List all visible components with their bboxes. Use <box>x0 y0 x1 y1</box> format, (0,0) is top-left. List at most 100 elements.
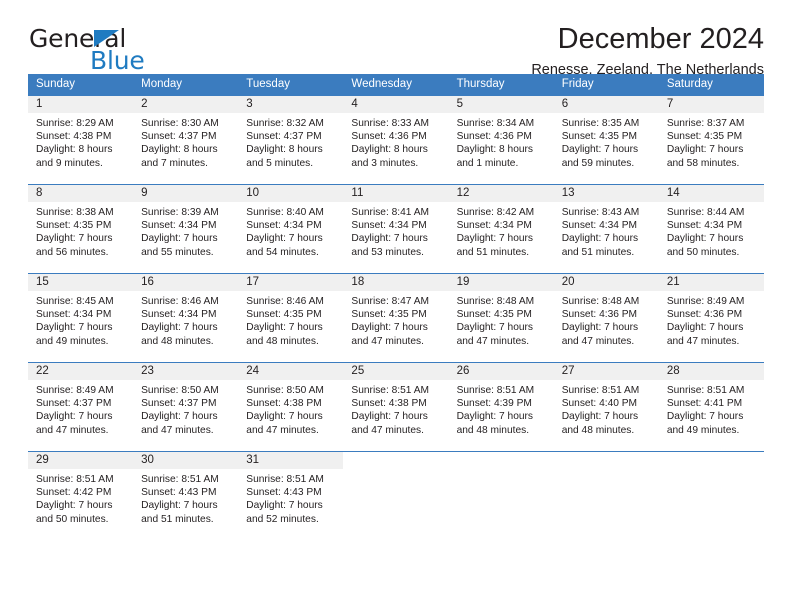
sunset-text: Sunset: 4:34 PM <box>141 220 217 232</box>
sunrise-text: Sunrise: 8:51 AM <box>456 385 535 396</box>
daylight-text-line2: and 48 minutes. <box>141 335 214 347</box>
day-cell[interactable]: 26 Sunrise: 8:51 AM Sunset: 4:39 PM Dayl… <box>448 363 554 451</box>
day-cell[interactable]: 2 Sunrise: 8:30 AM Sunset: 4:37 PM Dayli… <box>133 96 239 184</box>
day-cell-empty <box>554 452 659 540</box>
daylight-text-line1: Daylight: 8 hours <box>351 144 428 156</box>
day-cell[interactable]: 7 Sunrise: 8:37 AM Sunset: 4:35 PM Dayli… <box>658 96 764 184</box>
day-cell[interactable]: 3 Sunrise: 8:32 AM Sunset: 4:37 PM Dayli… <box>238 96 344 184</box>
day-cell[interactable]: 20 Sunrise: 8:48 AM Sunset: 4:36 PM Dayl… <box>553 274 659 362</box>
day-cell[interactable]: 6 Sunrise: 8:35 AM Sunset: 4:35 PM Dayli… <box>553 96 659 184</box>
sunrise-text: Sunrise: 8:45 AM <box>36 296 114 307</box>
day-cell[interactable]: 22 Sunrise: 8:49 AM Sunset: 4:37 PM Dayl… <box>28 363 134 451</box>
day-details: Sunrise: 8:35 AM Sunset: 4:35 PM Dayligh… <box>554 113 659 170</box>
day-cell[interactable]: 24 Sunrise: 8:50 AM Sunset: 4:38 PM Dayl… <box>238 363 344 451</box>
daylight-text-line2: and 48 minutes. <box>456 424 530 436</box>
day-cell[interactable]: 25 Sunrise: 8:51 AM Sunset: 4:38 PM Dayl… <box>343 363 449 451</box>
daylight-text-line1: Daylight: 7 hours <box>666 411 744 423</box>
sunrise-text: Sunrise: 8:35 AM <box>561 118 640 129</box>
title-block: December 2024 Renesse, Zeeland, The Neth… <box>531 22 764 80</box>
day-details: Sunrise: 8:38 AM Sunset: 4:35 PM Dayligh… <box>28 202 133 259</box>
daylight-text-line2: and 55 minutes. <box>141 246 214 258</box>
daylight-text-line1: Daylight: 7 hours <box>561 233 639 245</box>
sunset-text: Sunset: 4:34 PM <box>666 220 743 232</box>
day-details: Sunrise: 8:49 AM Sunset: 4:37 PM Dayligh… <box>28 380 133 437</box>
day-cell[interactable]: 12 Sunrise: 8:42 AM Sunset: 4:34 PM Dayl… <box>448 185 554 273</box>
day-details: Sunrise: 8:47 AM Sunset: 4:35 PM Dayligh… <box>343 291 448 348</box>
day-cell[interactable]: 14 Sunrise: 8:44 AM Sunset: 4:34 PM Dayl… <box>658 185 764 273</box>
daylight-text-line2: and 47 minutes. <box>141 424 214 436</box>
day-number: 18 <box>343 274 449 291</box>
day-cell[interactable]: 13 Sunrise: 8:43 AM Sunset: 4:34 PM Dayl… <box>553 185 659 273</box>
day-details: Sunrise: 8:32 AM Sunset: 4:37 PM Dayligh… <box>238 113 343 170</box>
day-details: Sunrise: 8:51 AM Sunset: 4:42 PM Dayligh… <box>28 469 133 526</box>
day-details: Sunrise: 8:42 AM Sunset: 4:34 PM Dayligh… <box>449 202 554 259</box>
day-details: Sunrise: 8:46 AM Sunset: 4:35 PM Dayligh… <box>238 291 343 348</box>
sunrise-text: Sunrise: 8:30 AM <box>141 118 219 129</box>
day-number: 21 <box>658 274 764 291</box>
day-details: Sunrise: 8:46 AM Sunset: 4:34 PM Dayligh… <box>133 291 238 348</box>
day-cell[interactable]: 9 Sunrise: 8:39 AM Sunset: 4:34 PM Dayli… <box>133 185 239 273</box>
daylight-text-line1: Daylight: 7 hours <box>141 233 218 245</box>
day-cell[interactable]: 28 Sunrise: 8:51 AM Sunset: 4:41 PM Dayl… <box>658 363 764 451</box>
daylight-text-line1: Daylight: 7 hours <box>456 322 534 334</box>
day-cell-empty <box>343 452 448 540</box>
day-number: 6 <box>553 96 659 113</box>
day-cell[interactable]: 17 Sunrise: 8:46 AM Sunset: 4:35 PM Dayl… <box>238 274 344 362</box>
day-number: 23 <box>133 363 239 380</box>
day-cell[interactable]: 1 Sunrise: 8:29 AM Sunset: 4:38 PM Dayli… <box>28 96 134 184</box>
daylight-text-line1: Daylight: 7 hours <box>666 233 744 245</box>
day-cell[interactable]: 4 Sunrise: 8:33 AM Sunset: 4:36 PM Dayli… <box>343 96 449 184</box>
daylight-text-line2: and 47 minutes. <box>246 424 319 436</box>
daylight-text-line2: and 56 minutes. <box>36 246 109 258</box>
sunrise-text: Sunrise: 8:47 AM <box>351 296 430 307</box>
sunrise-text: Sunrise: 8:40 AM <box>246 207 324 218</box>
day-cell[interactable]: 30 Sunrise: 8:51 AM Sunset: 4:43 PM Dayl… <box>133 452 239 540</box>
day-cell[interactable]: 8 Sunrise: 8:38 AM Sunset: 4:35 PM Dayli… <box>28 185 134 273</box>
sunrise-text: Sunrise: 8:39 AM <box>141 207 219 218</box>
daylight-text-line1: Daylight: 8 hours <box>36 144 113 156</box>
daylight-text-line1: Daylight: 7 hours <box>246 233 323 245</box>
sunset-text: Sunset: 4:39 PM <box>456 398 532 410</box>
sunset-text: Sunset: 4:34 PM <box>36 309 112 321</box>
daylight-text-line1: Daylight: 7 hours <box>246 322 323 334</box>
day-cell[interactable]: 19 Sunrise: 8:48 AM Sunset: 4:35 PM Dayl… <box>448 274 554 362</box>
daylight-text-line1: Daylight: 7 hours <box>36 500 113 512</box>
daylight-text-line2: and 47 minutes. <box>561 335 635 347</box>
sunrise-text: Sunrise: 8:43 AM <box>561 207 640 218</box>
sunset-text: Sunset: 4:34 PM <box>561 220 638 232</box>
weekday-header-row: Sunday Monday Tuesday Wednesday Thursday… <box>28 74 764 95</box>
sunset-text: Sunset: 4:43 PM <box>246 487 322 499</box>
day-number: 2 <box>133 96 239 113</box>
daylight-text-line1: Daylight: 8 hours <box>456 144 534 156</box>
day-details: Sunrise: 8:40 AM Sunset: 4:34 PM Dayligh… <box>238 202 343 259</box>
daylight-text-line2: and 51 minutes. <box>456 246 530 258</box>
day-cell[interactable]: 16 Sunrise: 8:46 AM Sunset: 4:34 PM Dayl… <box>133 274 239 362</box>
day-cell[interactable]: 31 Sunrise: 8:51 AM Sunset: 4:43 PM Dayl… <box>238 452 344 540</box>
day-details: Sunrise: 8:30 AM Sunset: 4:37 PM Dayligh… <box>133 113 238 170</box>
daylight-text-line1: Daylight: 7 hours <box>561 322 639 334</box>
day-details: Sunrise: 8:43 AM Sunset: 4:34 PM Dayligh… <box>554 202 659 259</box>
sunrise-text: Sunrise: 8:44 AM <box>666 207 745 218</box>
day-details: Sunrise: 8:51 AM Sunset: 4:41 PM Dayligh… <box>659 380 764 437</box>
day-details: Sunrise: 8:39 AM Sunset: 4:34 PM Dayligh… <box>133 202 238 259</box>
day-cell[interactable]: 23 Sunrise: 8:50 AM Sunset: 4:37 PM Dayl… <box>133 363 239 451</box>
weekday-header-saturday: Saturday <box>666 78 713 90</box>
day-cell[interactable]: 10 Sunrise: 8:40 AM Sunset: 4:34 PM Dayl… <box>238 185 344 273</box>
sunset-text: Sunset: 4:35 PM <box>666 131 743 143</box>
daylight-text-line2: and 48 minutes. <box>246 335 319 347</box>
sunset-text: Sunset: 4:40 PM <box>561 398 638 410</box>
day-cell[interactable]: 29 Sunrise: 8:51 AM Sunset: 4:42 PM Dayl… <box>28 452 134 540</box>
sunrise-text: Sunrise: 8:48 AM <box>561 296 640 307</box>
day-cell[interactable]: 21 Sunrise: 8:49 AM Sunset: 4:36 PM Dayl… <box>658 274 764 362</box>
daylight-text-line2: and 9 minutes. <box>36 157 103 169</box>
daylight-text-line2: and 7 minutes. <box>141 157 208 169</box>
day-cell[interactable]: 5 Sunrise: 8:34 AM Sunset: 4:36 PM Dayli… <box>448 96 554 184</box>
day-cell[interactable]: 18 Sunrise: 8:47 AM Sunset: 4:35 PM Dayl… <box>343 274 449 362</box>
day-cell[interactable]: 27 Sunrise: 8:51 AM Sunset: 4:40 PM Dayl… <box>553 363 659 451</box>
day-cell[interactable]: 11 Sunrise: 8:41 AM Sunset: 4:34 PM Dayl… <box>343 185 449 273</box>
sunset-text: Sunset: 4:38 PM <box>36 131 112 143</box>
sunrise-text: Sunrise: 8:37 AM <box>666 118 745 129</box>
day-cell[interactable]: 15 Sunrise: 8:45 AM Sunset: 4:34 PM Dayl… <box>28 274 134 362</box>
daylight-text-line2: and 50 minutes. <box>666 246 740 258</box>
brand-triangle-icon <box>94 30 119 47</box>
